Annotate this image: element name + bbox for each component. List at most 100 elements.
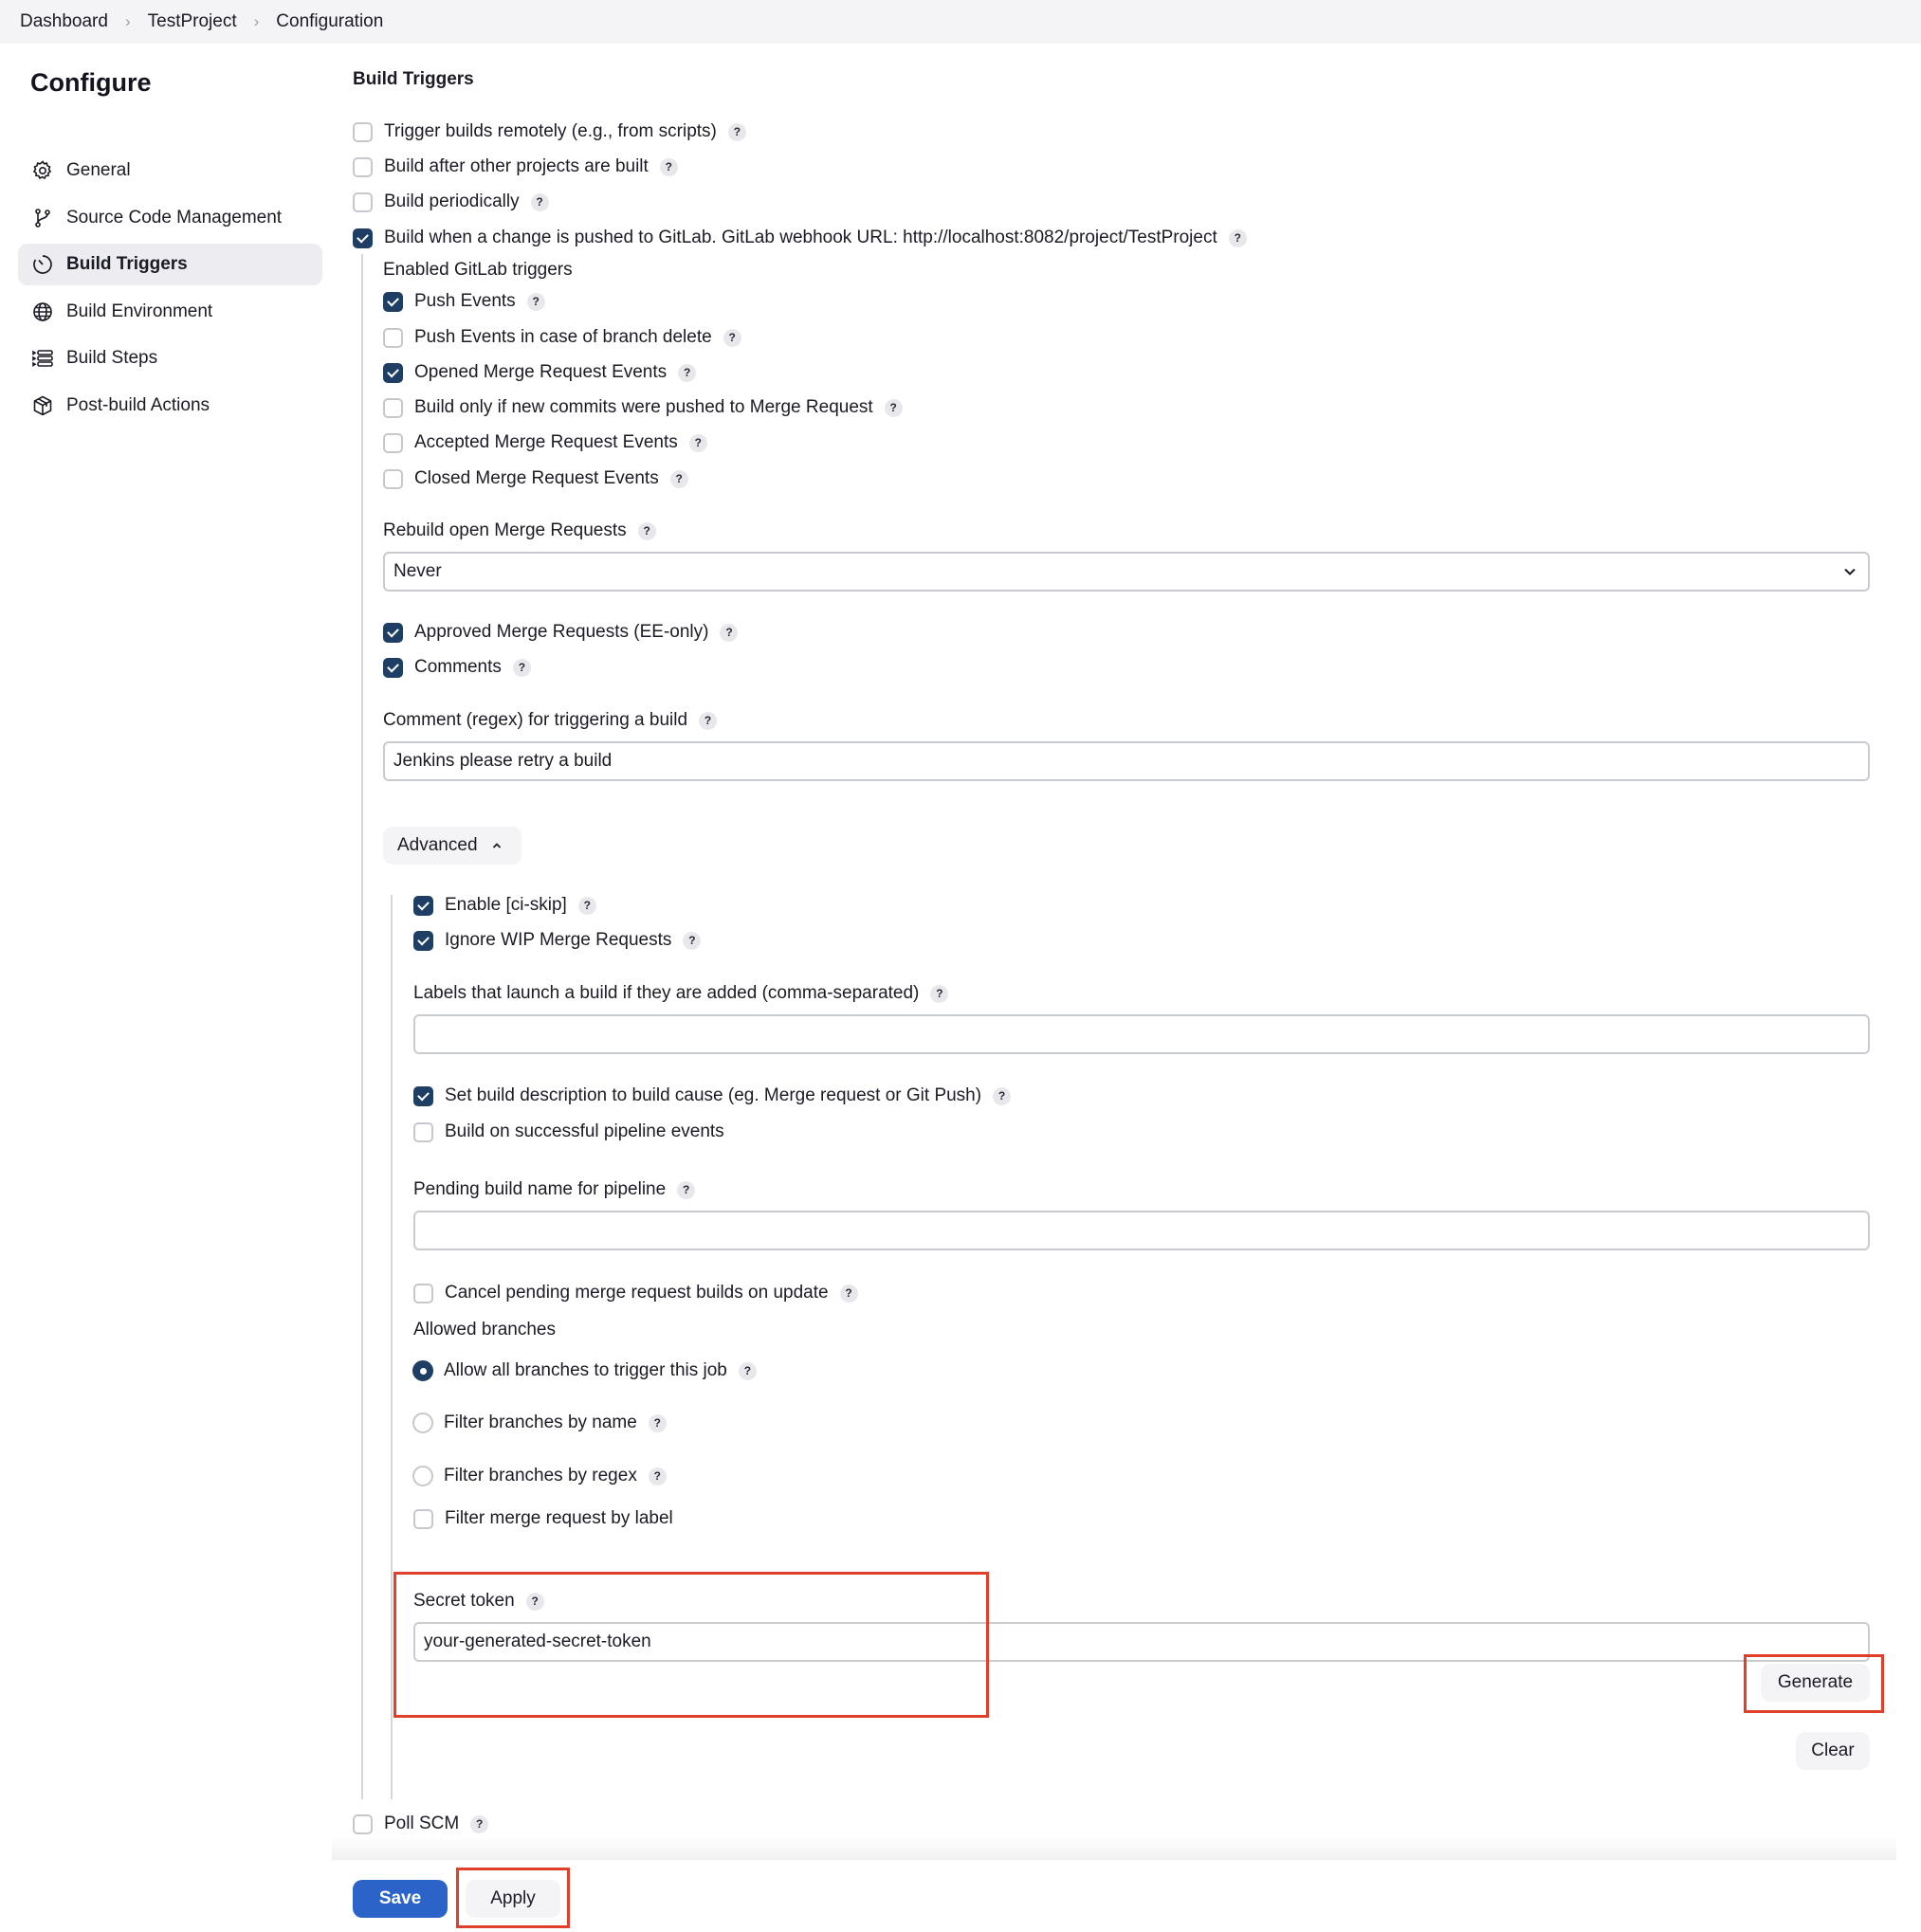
help-icon[interactable]: ? [648, 1467, 667, 1485]
checkbox-checked[interactable] [383, 291, 403, 312]
help-icon[interactable]: ? [648, 1413, 667, 1432]
checkbox[interactable] [353, 1814, 373, 1834]
help-icon[interactable]: ? [1228, 228, 1247, 247]
nesting-line [361, 254, 363, 1799]
checkbox-checked[interactable] [353, 228, 373, 248]
option-build-periodically[interactable]: Build periodically ? [353, 188, 549, 216]
help-icon[interactable]: ? [470, 1814, 489, 1833]
option-cancel-pending[interactable]: Cancel pending merge request builds on u… [413, 1279, 858, 1307]
option-ignore-wip[interactable]: Ignore WIP Merge Requests ? [413, 926, 702, 955]
checkbox[interactable] [413, 1508, 433, 1529]
checkbox[interactable] [383, 432, 403, 453]
option-approved-mr[interactable]: Approved Merge Requests (EE-only) ? [383, 618, 739, 647]
radio[interactable] [412, 1466, 433, 1486]
option-poll-scm[interactable]: Poll SCM ? [353, 1810, 489, 1838]
input-value: your-generated-secret-token [424, 1631, 651, 1651]
help-icon[interactable]: ? [637, 521, 656, 540]
option-label: Opened Merge Request Events [414, 362, 668, 382]
option-set-build-description[interactable]: Set build description to build cause (eg… [413, 1082, 1012, 1110]
radio-allow-all-branches[interactable]: Allow all branches to trigger this job ? [412, 1357, 757, 1385]
help-icon[interactable]: ? [659, 157, 678, 176]
main-content: Build Triggers Trigger builds remotely (… [0, 0, 1921, 1932]
select-value: Never [393, 561, 442, 581]
help-icon[interactable]: ? [678, 363, 697, 382]
option-build-after-other-projects[interactable]: Build after other projects are built ? [353, 153, 678, 181]
option-gitlab-push[interactable]: Build when a change is pushed to GitLab.… [353, 224, 1247, 252]
trigger-accepted-mr[interactable]: Accepted Merge Request Events ? [383, 428, 707, 457]
help-icon[interactable]: ? [723, 328, 741, 347]
option-trigger-remotely[interactable]: Trigger builds remotely (e.g., from scri… [353, 118, 746, 146]
option-label: Build on successful pipeline events [445, 1121, 724, 1141]
checkbox-checked[interactable] [413, 895, 433, 916]
trigger-push-events[interactable]: Push Events ? [383, 287, 545, 316]
help-icon[interactable]: ? [677, 1180, 696, 1199]
help-icon[interactable]: ? [884, 398, 903, 417]
option-label: Filter merge request by label [445, 1508, 673, 1528]
trigger-new-commits-mr[interactable]: Build only if new commits were pushed to… [383, 393, 903, 422]
option-label: Accepted Merge Request Events [414, 432, 678, 452]
field-label: Secret token [413, 1591, 515, 1611]
checkbox-checked[interactable] [383, 362, 403, 383]
apply-button[interactable]: Apply [466, 1880, 560, 1918]
clear-button[interactable]: Clear [1796, 1732, 1870, 1770]
labels-label-row: Labels that launch a build if they are a… [413, 979, 949, 1008]
help-icon[interactable]: ? [669, 469, 688, 488]
checkbox-checked[interactable] [413, 930, 433, 951]
help-icon[interactable]: ? [738, 1361, 757, 1380]
checkbox[interactable] [353, 121, 373, 142]
radio-selected[interactable] [412, 1360, 433, 1381]
option-build-on-pipeline[interactable]: Build on successful pipeline events [413, 1118, 724, 1146]
checkbox[interactable] [353, 156, 373, 177]
help-icon[interactable]: ? [525, 1592, 544, 1611]
help-icon[interactable]: ? [577, 896, 596, 915]
option-comments[interactable]: Comments ? [383, 653, 531, 682]
help-icon[interactable]: ? [727, 122, 746, 141]
rebuild-mr-select[interactable]: Never [383, 552, 1870, 592]
chevron-down-icon [1844, 568, 1856, 575]
checkbox-checked[interactable] [413, 1085, 433, 1106]
checkbox[interactable] [413, 1121, 433, 1142]
option-label: Approved Merge Requests (EE-only) [414, 622, 709, 642]
help-icon[interactable]: ? [530, 192, 549, 211]
help-icon[interactable]: ? [720, 623, 739, 642]
trigger-opened-mr[interactable]: Opened Merge Request Events ? [383, 358, 697, 387]
help-icon[interactable]: ? [688, 433, 707, 452]
field-label: Labels that launch a build if they are a… [413, 983, 920, 1003]
radio-filter-by-regex[interactable]: Filter branches by regex ? [412, 1462, 667, 1490]
input-value: Jenkins please retry a build [393, 751, 613, 771]
help-icon[interactable]: ? [839, 1284, 858, 1303]
generate-button[interactable]: Generate [1761, 1664, 1870, 1702]
help-icon[interactable]: ? [526, 292, 545, 311]
labels-input[interactable] [413, 1014, 1870, 1054]
option-label: Filter branches by name [444, 1413, 637, 1432]
checkbox-checked[interactable] [383, 657, 403, 678]
checkbox[interactable] [383, 468, 403, 489]
save-button[interactable]: Save [353, 1880, 448, 1918]
help-icon[interactable]: ? [993, 1086, 1012, 1105]
option-label: Push Events [414, 291, 516, 311]
help-icon[interactable]: ? [699, 711, 718, 730]
checkbox-checked[interactable] [383, 622, 403, 643]
pending-name-input[interactable] [413, 1211, 1870, 1250]
comment-regex-input[interactable]: Jenkins please retry a build [383, 741, 1870, 781]
checkbox[interactable] [353, 191, 373, 212]
checkbox[interactable] [383, 327, 403, 348]
radio[interactable] [412, 1413, 433, 1433]
help-icon[interactable]: ? [512, 658, 531, 677]
help-icon[interactable]: ? [930, 984, 949, 1003]
trigger-push-branch-delete[interactable]: Push Events in case of branch delete ? [383, 323, 741, 352]
help-icon[interactable]: ? [683, 931, 702, 950]
advanced-toggle-button[interactable]: Advanced [383, 827, 521, 865]
option-ci-skip[interactable]: Enable [ci-skip] ? [413, 891, 596, 920]
comment-regex-label-row: Comment (regex) for triggering a build ? [383, 706, 718, 735]
secret-token-input[interactable]: your-generated-secret-token [413, 1622, 1870, 1662]
checkbox[interactable] [383, 397, 403, 418]
advanced-label: Advanced [397, 835, 478, 855]
option-label: Build only if new commits were pushed to… [414, 397, 873, 417]
option-filter-by-label[interactable]: Filter merge request by label [413, 1504, 673, 1533]
footer-shadow [332, 1837, 1896, 1860]
chevron-up-icon [492, 843, 501, 848]
trigger-closed-mr[interactable]: Closed Merge Request Events ? [383, 465, 688, 493]
radio-filter-by-name[interactable]: Filter branches by name ? [412, 1409, 667, 1437]
checkbox[interactable] [413, 1283, 433, 1303]
